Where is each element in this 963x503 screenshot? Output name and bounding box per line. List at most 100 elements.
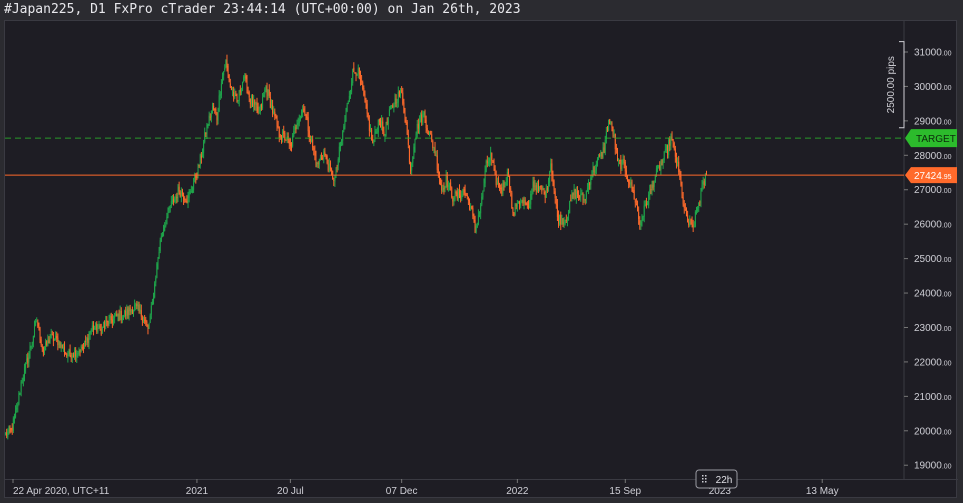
candle-body [246, 79, 248, 94]
candle-body [549, 171, 551, 183]
candle-body [122, 315, 124, 319]
candle-body [412, 156, 414, 163]
y-tick-label-dec: .00 [942, 85, 952, 92]
candle-body [494, 168, 496, 175]
candle-body [495, 174, 497, 186]
candle-body [443, 187, 445, 190]
candle-body [275, 116, 277, 118]
candle-body [194, 174, 196, 183]
candle-body [262, 97, 264, 108]
candle-body [92, 324, 94, 330]
candle-body [477, 215, 479, 224]
candle-body [352, 68, 354, 84]
candle-body [453, 199, 455, 201]
candle-body [423, 112, 425, 115]
candle-body [632, 190, 634, 192]
candle-body [49, 338, 51, 343]
price-chart[interactable]: 19000.0020000.0021000.0022000.0023000.00… [5, 21, 958, 499]
candle-body [649, 189, 651, 196]
candle-body [213, 105, 215, 110]
candle-body [492, 161, 494, 163]
candle-body [401, 90, 403, 92]
y-tick-label-dec: .00 [942, 223, 952, 230]
candle-body [373, 140, 375, 143]
candle-body [74, 349, 76, 358]
candle-body [70, 355, 72, 359]
candle-body [430, 133, 432, 135]
candle-body [296, 124, 298, 129]
candle-body [177, 187, 179, 200]
candle-body [249, 98, 251, 104]
candle-body [475, 226, 477, 233]
candle-body [216, 112, 218, 120]
candle-body [602, 147, 604, 159]
candle-body [181, 190, 183, 195]
candle-body [76, 353, 78, 358]
candle-body [21, 381, 23, 383]
candle-body [280, 138, 282, 140]
candle-body [486, 160, 488, 164]
candle-body [422, 113, 424, 124]
candle-body [356, 73, 358, 75]
candle-body [576, 191, 578, 194]
candle-body [5, 432, 7, 434]
candle-body [616, 150, 618, 161]
candle-body [467, 196, 469, 201]
candle-body [314, 150, 316, 156]
candle-body [139, 309, 141, 313]
candle-body [665, 147, 667, 151]
candle-body [199, 154, 201, 165]
candle-body [545, 188, 547, 198]
candle-body [157, 258, 159, 265]
candle-body [442, 187, 444, 191]
x-tick-label: 15 Sep [609, 486, 641, 497]
candle-body [212, 104, 214, 111]
candle-body [534, 185, 536, 187]
candle-body [218, 95, 220, 112]
candle-body [151, 301, 153, 305]
candle-body [140, 310, 142, 317]
candle-body [69, 349, 71, 355]
candle-body [233, 91, 235, 98]
candle-body [506, 171, 508, 183]
candle-body [95, 323, 97, 330]
candle-body [643, 205, 645, 217]
candle-body [279, 138, 281, 140]
candle-body [247, 92, 249, 94]
candle-body [134, 304, 136, 309]
candle-body [677, 162, 679, 164]
candle-body [645, 203, 647, 206]
candle-body [663, 151, 665, 160]
candle-body [17, 405, 19, 407]
candle-body [483, 183, 485, 192]
candle-body [348, 95, 350, 102]
candle-body [133, 309, 135, 314]
candle-body [171, 199, 173, 202]
candle-body [341, 139, 343, 145]
candle-body [618, 158, 620, 161]
y-tick-label-dec: .00 [942, 464, 952, 471]
candle-body [169, 206, 171, 208]
candle-body [228, 74, 230, 83]
candle-body [119, 311, 121, 320]
candle-body [129, 307, 131, 312]
chart-frame[interactable]: 19000.00 20000.00 21000.00 22000.00 23000.00… [4, 20, 958, 499]
candle-body [301, 111, 303, 117]
candle-body [328, 163, 330, 171]
candle-body [431, 134, 433, 140]
candle-body [36, 321, 38, 323]
candle-body [493, 162, 495, 169]
candle-body [387, 117, 389, 125]
candle-body [402, 92, 404, 104]
candle-body [413, 146, 415, 156]
candle-body [575, 190, 577, 199]
candle-body [427, 131, 429, 135]
candle-body [289, 142, 291, 147]
candle-body [81, 346, 83, 349]
candle-body [196, 176, 198, 178]
candle-body [542, 188, 544, 190]
candle-body [698, 202, 700, 209]
candle-body [254, 99, 256, 105]
candle-body [593, 167, 595, 173]
candle-body [476, 224, 478, 228]
